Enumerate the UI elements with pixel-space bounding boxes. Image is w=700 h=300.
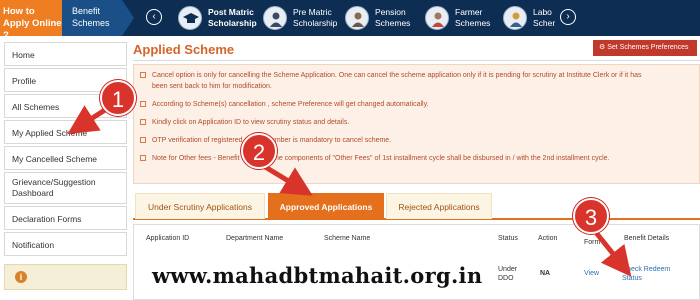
arrow-to-approved-tab: [260, 162, 313, 196]
step-3-badge: 3: [573, 198, 609, 234]
arrow-to-my-applied-scheme: [67, 105, 110, 135]
arrow-to-check-redeem: [592, 228, 632, 277]
annotation-arrows: [67, 105, 632, 277]
website-watermark: www.mahadbtmahait.org.in: [152, 263, 483, 288]
step-2-badge: 2: [241, 133, 277, 169]
step-1-badge: 1: [100, 80, 136, 116]
